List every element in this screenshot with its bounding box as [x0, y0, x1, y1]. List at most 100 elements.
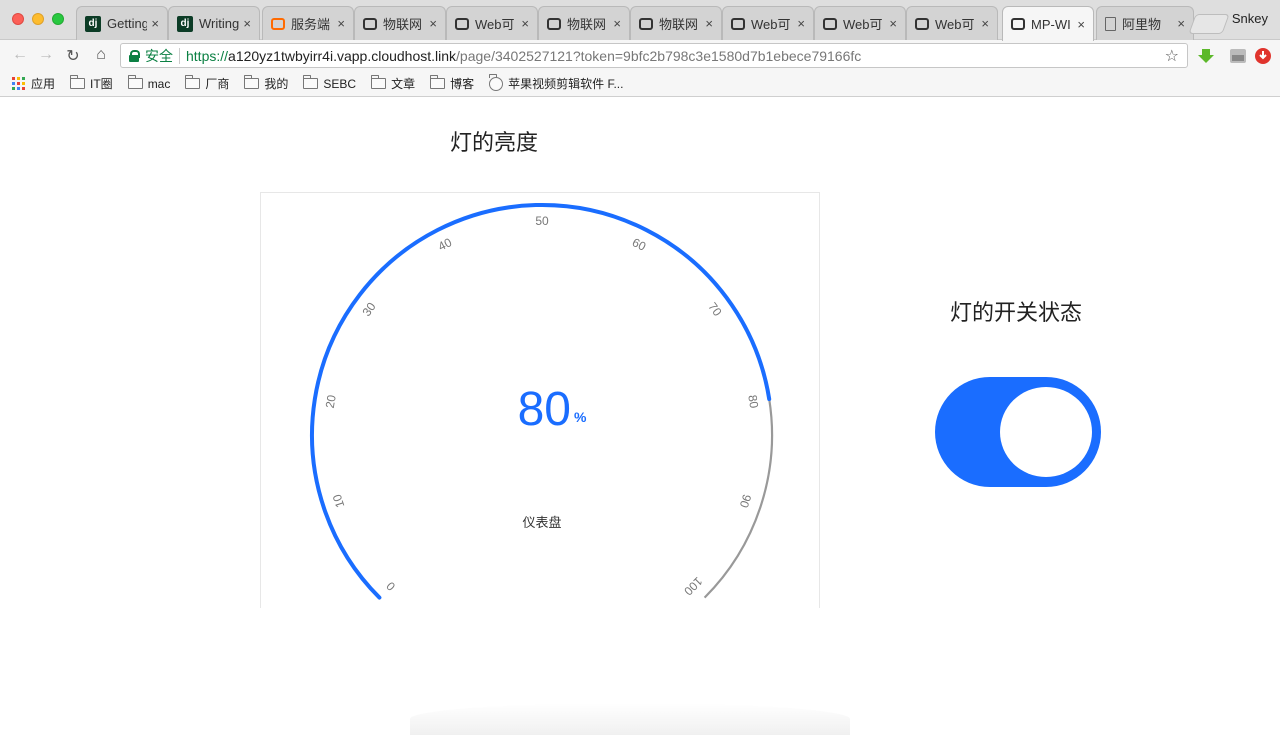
bookmark-star-icon[interactable]: ☆	[1165, 46, 1179, 66]
tab-close-icon[interactable]: ×	[613, 16, 621, 31]
tab-label: Getting	[107, 16, 148, 31]
tab-label: Web可	[843, 17, 883, 32]
browser-tab[interactable]: Web可 ×	[814, 6, 906, 40]
tab-close-icon[interactable]: ×	[981, 16, 989, 31]
bookmark-label: 博客	[450, 77, 475, 91]
back-arrow-icon[interactable]: ←	[10, 46, 30, 64]
bookmark-item[interactable]: mac	[127, 75, 171, 91]
bookmark-item[interactable]: IT圈	[70, 75, 113, 92]
browser-titlebar: dj Getting × dj Writing × 服务端 × 物联网 × Web可 × 物联网 × 物联网…	[0, 0, 1280, 41]
toggle-knob[interactable]	[1000, 387, 1092, 477]
tab-label: 物联网	[383, 17, 423, 32]
tab-close-icon[interactable]: ×	[797, 16, 805, 31]
django-icon: dj	[85, 15, 101, 32]
browser-tab[interactable]: 服务端 ×	[262, 6, 354, 40]
browser-tab[interactable]: 阿里物 ×	[1096, 6, 1194, 40]
browser-tab[interactable]: Web可 ×	[722, 6, 814, 40]
tab-close-icon[interactable]: ×	[889, 16, 897, 31]
tab-label: MP-WI	[1031, 16, 1071, 32]
aliyun-icon	[455, 17, 469, 30]
address-bar[interactable]: 安全 https:// a120yz1twbyirr4i.vapp.cloudh…	[120, 43, 1188, 68]
bookmarks-bar: 应用 IT圈 mac 厂商 我的 SEBC 文章 博客 苹果视频剪辑软件 F...	[0, 71, 1280, 97]
tab-label: 物联网	[659, 17, 699, 32]
browser-tab[interactable]: dj Getting ×	[76, 6, 168, 40]
tab-close-icon[interactable]: ×	[1177, 16, 1185, 31]
bottom-shadow	[410, 703, 850, 735]
bookmark-item[interactable]: 博客	[430, 75, 474, 92]
gauge-value-text: 80	[518, 383, 571, 436]
browser-tab[interactable]: 物联网 ×	[354, 6, 446, 40]
bookmark-label: 文章	[391, 77, 416, 91]
gauge-tick-label: 80	[745, 394, 761, 410]
omnibox-divider	[179, 47, 180, 64]
bookmark-item[interactable]: SEBC	[303, 75, 357, 91]
tab-close-icon[interactable]: ×	[151, 16, 159, 31]
profile-name[interactable]: Snkey	[1232, 11, 1268, 26]
bookmark-item[interactable]: 苹果视频剪辑软件 F...	[489, 73, 623, 92]
url-scheme: https://	[186, 47, 229, 64]
new-tab-button[interactable]	[1188, 14, 1230, 34]
browser-tab[interactable]: Web可 ×	[906, 6, 998, 40]
secure-label: 安全	[145, 47, 173, 64]
browser-tab[interactable]: 物联网 ×	[538, 6, 630, 40]
browser-tab[interactable]: 物联网 ×	[630, 6, 722, 40]
lock-icon	[129, 49, 140, 62]
rp-extension-icon[interactable]	[1229, 47, 1247, 65]
brightness-title: 灯的亮度	[450, 130, 539, 155]
folder-icon	[244, 75, 260, 89]
gauge-track	[703, 398, 774, 599]
document-icon	[1105, 16, 1116, 31]
django-icon: dj	[177, 15, 193, 32]
browser-tab[interactable]: MP-WI ×	[1002, 6, 1094, 41]
download-extension-icon[interactable]	[1197, 47, 1215, 65]
page-content: 灯的亮度 0 10 20 30 40 50 60 70 80 90 100 80 % 仪表盘 灯的开…	[0, 97, 1280, 735]
gauge-tick-label: 100	[681, 574, 705, 598]
page-favicon-icon	[489, 73, 504, 91]
close-window-button[interactable]	[12, 13, 24, 25]
gauge-tick-label: 40	[436, 235, 455, 254]
reload-icon[interactable]: ↻	[63, 46, 83, 66]
home-icon[interactable]: ⌂	[91, 46, 111, 64]
tab-close-icon[interactable]: ×	[429, 16, 437, 31]
tab-close-icon[interactable]: ×	[243, 16, 251, 31]
folder-icon	[185, 75, 201, 89]
stop-extension-icon[interactable]	[1254, 47, 1272, 65]
tab-label: 阿里物	[1122, 17, 1162, 32]
tab-strip: dj Getting × dj Writing × 服务端 × 物联网 × Web可 × 物联网 × 物联网…	[76, 6, 1196, 41]
zoom-window-button[interactable]	[52, 13, 64, 25]
bookmark-item[interactable]: 厂商	[185, 75, 229, 92]
aliyun-icon	[547, 17, 561, 30]
bookmark-label: 厂商	[205, 77, 230, 91]
gauge-svg: 0 10 20 30 40 50 60 70 80 90 100 80 % 仪表盘	[310, 202, 774, 600]
gauge-tick-label: 0	[383, 579, 398, 594]
tab-close-icon[interactable]: ×	[1077, 17, 1085, 32]
url-path: /page/3402527121?token=9bfc2b798c3e1580d…	[456, 47, 862, 64]
browser-tab[interactable]: dj Writing ×	[168, 6, 260, 40]
aliyun-icon	[363, 17, 377, 30]
bookmark-label: SEBC	[323, 76, 357, 91]
tab-close-icon[interactable]: ×	[705, 16, 713, 31]
bookmark-item[interactable]: 文章	[371, 75, 415, 92]
light-switch-toggle[interactable]	[935, 377, 1101, 487]
tab-label: 服务端	[291, 17, 331, 32]
bookmark-item[interactable]: 应用	[12, 75, 55, 92]
gauge-unit-text: %	[574, 409, 587, 425]
bookmark-item[interactable]: 我的	[244, 75, 288, 92]
bookmark-label: mac	[147, 76, 171, 91]
folder-icon	[430, 75, 446, 89]
minimize-window-button[interactable]	[32, 13, 44, 25]
folder-icon	[371, 75, 387, 89]
gauge-tick-label: 50	[535, 214, 549, 228]
folder-icon	[70, 75, 86, 89]
tab-close-icon[interactable]: ×	[521, 16, 529, 31]
gauge-tick-label: 30	[359, 300, 378, 319]
url-host: a120yz1twbyirr4i.vapp.cloudhost.link	[228, 47, 457, 64]
gauge-tick-label: 90	[737, 493, 755, 510]
browser-tab[interactable]: Web可 ×	[446, 6, 538, 40]
aliyun-icon	[639, 17, 653, 30]
gauge-tick-label: 10	[330, 492, 348, 509]
gauge-tick-label: 60	[630, 235, 649, 254]
forward-arrow-icon[interactable]: →	[36, 46, 56, 64]
tab-close-icon[interactable]: ×	[337, 16, 345, 31]
aliyun-icon	[823, 17, 837, 30]
